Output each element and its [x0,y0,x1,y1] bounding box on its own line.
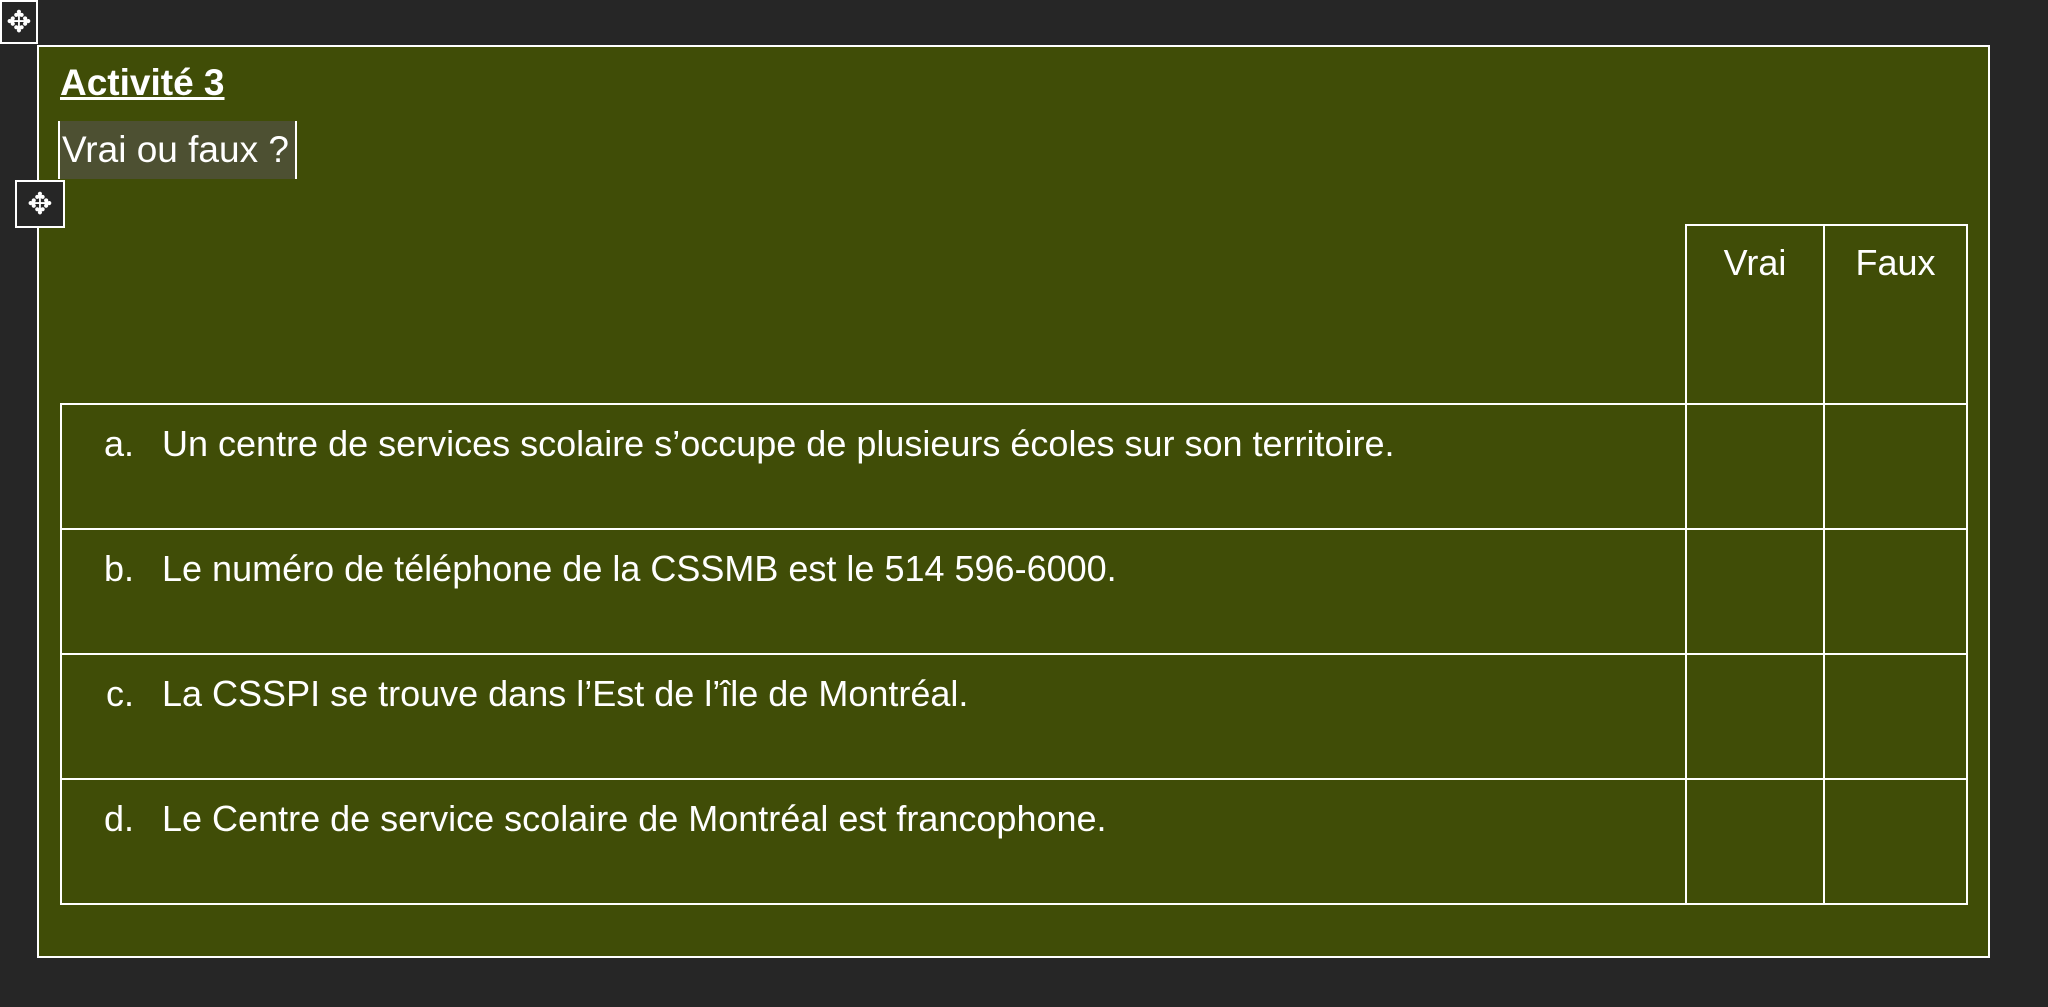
vrai-answer-cell[interactable] [1685,528,1825,655]
faux-answer-cell[interactable] [1823,778,1968,905]
column-header-faux: Faux [1823,224,1968,404]
vrai-answer-cell[interactable] [1685,403,1825,530]
faux-answer-cell[interactable] [1823,528,1968,655]
faux-answer-cell[interactable] [1823,653,1968,780]
true-false-table: a. Un centre de services scolaire s’occup… [60,403,1968,905]
statement-letter: c. [105,673,134,714]
statement-letter: d. [103,798,134,839]
column-header-vrai: Vrai [1685,224,1825,404]
table-row: c. La CSSPI se trouve dans l’Est de l’île… [60,653,1968,780]
statement-text: Le Centre de service scolaire de Montréa… [162,798,1107,839]
vrai-answer-cell[interactable] [1685,653,1825,780]
vrai-answer-cell[interactable] [1685,778,1825,905]
statement-letter: b. [103,548,134,589]
table-row: d. Le Centre de service scolaire de Montr… [60,778,1968,905]
table-row: b. Le numéro de téléphone de la CSSMB est… [60,528,1968,655]
statement-text: La CSSPI se trouve dans l’Est de l’île d… [162,673,969,714]
faux-answer-cell[interactable] [1823,403,1968,530]
statement-cell: c. La CSSPI se trouve dans l’Est de l’île… [60,653,1687,780]
subheading-selected[interactable]: Vrai ou faux ? [58,121,297,179]
statement-cell: d. Le Centre de service scolaire de Montr… [60,778,1687,905]
statement-cell: a. Un centre de services scolaire s’occup… [60,403,1687,530]
table-row: a. Un centre de services scolaire s’occup… [60,403,1968,530]
statement-letter: a. [103,423,134,464]
move-handle-icon[interactable]: ✥ [0,0,38,44]
statement-cell: b. Le numéro de téléphone de la CSSMB est… [60,528,1687,655]
table-move-handle-icon[interactable]: ✥ [15,180,65,228]
statement-text: Le numéro de téléphone de la CSSMB est l… [162,548,1117,589]
activity-heading: Activité 3 [60,62,225,103]
statement-text: Un centre de services scolaire s’occupe … [162,423,1395,464]
